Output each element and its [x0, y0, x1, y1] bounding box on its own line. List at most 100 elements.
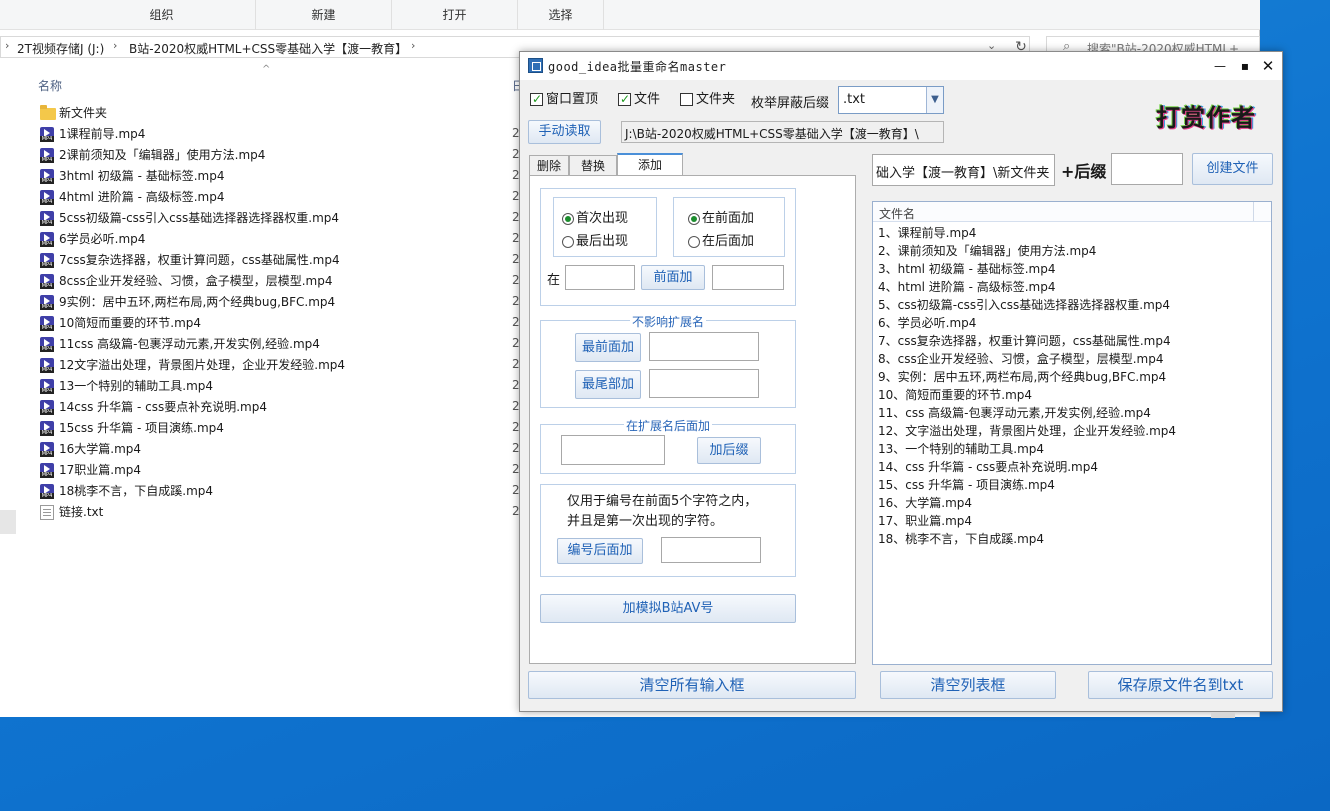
video-file-icon — [40, 169, 54, 184]
nav-pane-edge — [0, 510, 16, 534]
ribbon-organize[interactable]: 组织 — [68, 0, 256, 30]
close-icon[interactable]: ✕ — [1258, 56, 1278, 76]
radio-label: 在前面加 — [702, 211, 754, 227]
ext-filter-select[interactable]: .txt ▼ — [838, 86, 944, 114]
manual-read-button[interactable]: 手动读取 — [528, 120, 601, 144]
file-name: 3html 初级篇 - 基础标签.mp4 — [59, 166, 225, 186]
tab-add[interactable]: 添加 — [617, 153, 683, 177]
list-item[interactable]: 12、文字溢出处理，背景图片处理，企业开发经验.mp4 — [878, 422, 1176, 440]
minimize-icon[interactable]: — — [1210, 56, 1230, 76]
file-name: 新文件夹 — [59, 103, 107, 123]
save-names-button[interactable]: 保存原文件名到txt — [1088, 671, 1273, 699]
file-name: 11css 高级篇-包裹浮动元素,开发实例,经验.mp4 — [59, 334, 320, 354]
chevron-down-icon[interactable]: ▼ — [926, 87, 943, 113]
list-header-label: 文件名 — [879, 205, 915, 222]
end-add-button[interactable]: 最尾部加 — [575, 370, 641, 399]
file-name: 15css 升华篇 - 项目演练.mp4 — [59, 418, 224, 438]
add-suffix-button[interactable]: 加后缀 — [697, 437, 761, 464]
file-name: 7css复杂选择器，权重计算问题，css基础属性.mp4 — [59, 250, 340, 270]
donate-logo[interactable]: 打赏作者 — [1156, 92, 1264, 134]
group-title-text: 不影响扩展名 — [630, 315, 706, 329]
ribbon-select[interactable]: 选择 — [518, 0, 604, 30]
before-add-button[interactable]: 前面加 — [641, 265, 705, 290]
list-item[interactable]: 18、桃李不言，下自成蹊.mp4 — [878, 530, 1044, 548]
number-after-input[interactable] — [661, 537, 761, 563]
radio-label: 首次出现 — [576, 211, 628, 227]
clear-list-button[interactable]: 清空列表框 — [880, 671, 1056, 699]
numbering-group: 仅用于编号在前面5个字符之内， 并且是第一次出现的字符。 编号后面加 — [540, 484, 796, 577]
video-file-icon — [40, 295, 54, 310]
file-name: 10简短而重要的环节.mp4 — [59, 313, 201, 333]
video-file-icon — [40, 400, 54, 415]
list-item[interactable]: 6、学员必听.mp4 — [878, 314, 976, 332]
radio-unselected-icon — [688, 236, 700, 248]
filename-listview[interactable]: 文件名 1、课程前导.mp42、课前须知及「编辑器」使用方法.mp43、html… — [872, 201, 1272, 665]
file-name: 1课程前导.mp4 — [59, 124, 145, 144]
chevron-right-icon: › — [5, 39, 9, 52]
group-title: 在扩展名后面加 — [541, 417, 795, 434]
video-file-icon — [40, 463, 54, 478]
list-header[interactable]: 文件名 — [873, 202, 1271, 222]
ribbon-open[interactable]: 打开 — [392, 0, 518, 30]
tab-delete[interactable]: 删除 — [529, 155, 569, 176]
new-folder-path-value: 础入学【渡一教育】\新文件夹 — [876, 162, 1049, 181]
list-item[interactable]: 8、css企业开发经验、习惯，盒子模型，层模型.mp4 — [878, 350, 1164, 368]
new-folder-path-input[interactable]: 础入学【渡一教育】\新文件夹 — [872, 154, 1055, 186]
front-add-button[interactable]: 最前面加 — [575, 333, 641, 362]
file-name: 4html 进阶篇 - 高级标签.mp4 — [59, 187, 225, 207]
list-item[interactable]: 7、css复杂选择器，权重计算问题，css基础属性.mp4 — [878, 332, 1171, 350]
donate-logo-text: 打赏作者 — [1156, 98, 1256, 133]
ribbon-new[interactable]: 新建 — [256, 0, 392, 30]
file-name: 链接.txt — [59, 502, 103, 522]
file-name: 16大学篇.mp4 — [59, 439, 141, 459]
path-field[interactable]: J:\B站-2020权威HTML+CSS零基础入学【渡一教育】\ — [621, 121, 944, 143]
list-item[interactable]: 16、大学篇.mp4 — [878, 494, 972, 512]
chevron-right-icon: › — [113, 39, 117, 52]
folder-icon — [40, 108, 56, 120]
video-file-icon — [40, 127, 54, 142]
create-file-button[interactable]: 创建文件 — [1192, 153, 1273, 185]
end-add-input[interactable] — [649, 369, 759, 398]
list-item[interactable]: 5、css初级篇-css引入css基础选择器选择器权重.mp4 — [878, 296, 1170, 314]
checkbox-label: 窗口置顶 — [546, 92, 598, 108]
number-after-button[interactable]: 编号后面加 — [557, 538, 643, 564]
front-add-input[interactable] — [649, 332, 759, 361]
video-file-icon — [40, 190, 54, 205]
occurrence-group: 首次出现 最后出现 — [553, 197, 657, 257]
video-file-icon — [40, 484, 54, 499]
list-item[interactable]: 4、html 进阶篇 - 高级标签.mp4 — [878, 278, 1056, 296]
list-item[interactable]: 10、简短而重要的环节.mp4 — [878, 386, 1032, 404]
breadcrumb-folder[interactable]: B站-2020权威HTML+CSS零基础入学【渡一教育】 — [129, 40, 407, 57]
clear-inputs-button[interactable]: 清空所有输入框 — [528, 671, 856, 699]
video-file-icon — [40, 316, 54, 331]
group-title-text: 在扩展名后面加 — [624, 419, 712, 433]
numbering-hint-line1: 仅用于编号在前面5个字符之内， — [567, 491, 757, 512]
list-item[interactable]: 15、css 升华篇 - 项目演练.mp4 — [878, 476, 1055, 494]
bilibili-av-button[interactable]: 加模拟B站AV号 — [540, 594, 796, 623]
list-item[interactable]: 3、html 初级篇 - 基础标签.mp4 — [878, 260, 1056, 278]
list-item[interactable]: 13、一个特别的辅助工具.mp4 — [878, 440, 1044, 458]
list-item[interactable]: 14、css 升华篇 - css要点补充说明.mp4 — [878, 458, 1098, 476]
plus-suffix-label: +后缀 — [1061, 158, 1106, 182]
tab-replace[interactable]: 替换 — [569, 155, 617, 176]
radio-selected-icon — [688, 213, 700, 225]
list-item[interactable]: 17、职业篇.mp4 — [878, 512, 972, 530]
column-separator[interactable] — [1253, 202, 1254, 221]
list-item[interactable]: 1、课程前导.mp4 — [878, 224, 976, 242]
numbering-hint-line2: 并且是第一次出现的字符。 — [567, 511, 723, 532]
file-name: 8css企业开发经验、习惯，盒子模型，层模型.mp4 — [59, 271, 333, 291]
suffix-name-input[interactable] — [1111, 153, 1183, 185]
target-char-input[interactable] — [565, 265, 635, 290]
file-name: 17职业篇.mp4 — [59, 460, 141, 480]
list-item[interactable]: 11、css 高级篇-包裹浮动元素,开发实例,经验.mp4 — [878, 404, 1151, 422]
breadcrumb-drive[interactable]: 2T视频存储J (J:) — [17, 40, 104, 57]
before-add-input[interactable] — [712, 265, 784, 290]
file-name: 13一个特别的辅助工具.mp4 — [59, 376, 213, 396]
list-item[interactable]: 9、实例：居中五环,两栏布局,两个经典bug,BFC.mp4 — [878, 368, 1166, 386]
video-file-icon — [40, 211, 54, 226]
suffix-input[interactable] — [561, 435, 665, 465]
column-header-name[interactable]: 名称 — [38, 77, 62, 94]
maximize-icon[interactable]: ▪ — [1235, 56, 1255, 76]
video-file-icon — [40, 442, 54, 457]
list-item[interactable]: 2、课前须知及「编辑器」使用方法.mp4 — [878, 242, 1096, 260]
